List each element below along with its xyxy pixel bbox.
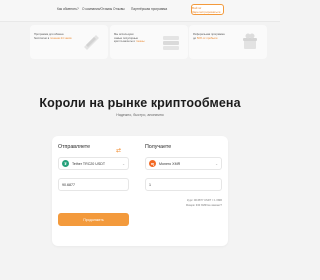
- promo-text: Программа для обмена бесплатно в течение…: [34, 33, 72, 40]
- chevron-down-icon: ⌄: [122, 161, 125, 166]
- login-button[interactable]: Войти/Зарегистрироваться: [191, 4, 224, 15]
- chevron-down-icon: ⌄: [215, 161, 218, 166]
- swap-arrows-icon[interactable]: ⇄: [116, 147, 121, 154]
- monero-coin-icon: ɱ: [149, 160, 156, 167]
- promo-card-referral[interactable]: Реферальная программа до 50% от прибыли: [189, 25, 267, 59]
- receive-title: Получаете: [145, 144, 172, 150]
- envelope-icon: [84, 35, 99, 50]
- continue-button[interactable]: Продолжить: [58, 213, 129, 226]
- site-header: Как обменять? О компании/Отзывы Отзывы П…: [0, 0, 280, 22]
- promo-card-free[interactable]: Программа для обмена бесплатно в течение…: [30, 25, 108, 59]
- nav-partner-program[interactable]: Партнёрская программа: [131, 7, 167, 11]
- send-title: Отправляете: [58, 144, 91, 150]
- reserve-info[interactable]: Резерв: 330 XMR Не хватает?: [186, 204, 222, 207]
- page-title: Короли на рынке криптообмена: [39, 96, 241, 110]
- nav-reviews[interactable]: Отзывы: [113, 7, 125, 11]
- promo-text: Реферальная программа до 50% от прибыли: [193, 33, 225, 40]
- nav-how-to-exchange[interactable]: Как обменять?: [57, 7, 79, 11]
- send-currency-select[interactable]: ₮ Tether TRC20 USDT ⌄: [58, 157, 129, 170]
- promo-card-currencies[interactable]: Мы используем самые популярные крипто-ва…: [110, 25, 188, 59]
- promo-text: Мы используем самые популярные крипто-ва…: [114, 33, 145, 44]
- exchange-card: [52, 136, 228, 246]
- receive-amount-input[interactable]: 1: [145, 178, 222, 191]
- nav-about[interactable]: О компании/Отзывы: [82, 7, 112, 11]
- receive-currency-label: Monero XMR: [159, 161, 181, 166]
- send-amount-input[interactable]: 90.6877: [58, 178, 129, 191]
- tether-coin-icon: ₮: [62, 160, 69, 167]
- send-currency-label: Tether TRC20 USDT: [72, 161, 106, 166]
- gift-icon: [243, 33, 257, 49]
- receive-currency-select[interactable]: ɱ Monero XMR ⌄: [145, 157, 222, 170]
- card-stack-icon: [163, 36, 179, 50]
- promo-strip: Программа для обмена бесплатно в течение…: [0, 22, 280, 62]
- page-subtitle: Надежно, быстро, анонимно: [116, 113, 164, 117]
- exchange-rate: Курс: 90.6877 USDT = 1 XMR: [187, 199, 222, 202]
